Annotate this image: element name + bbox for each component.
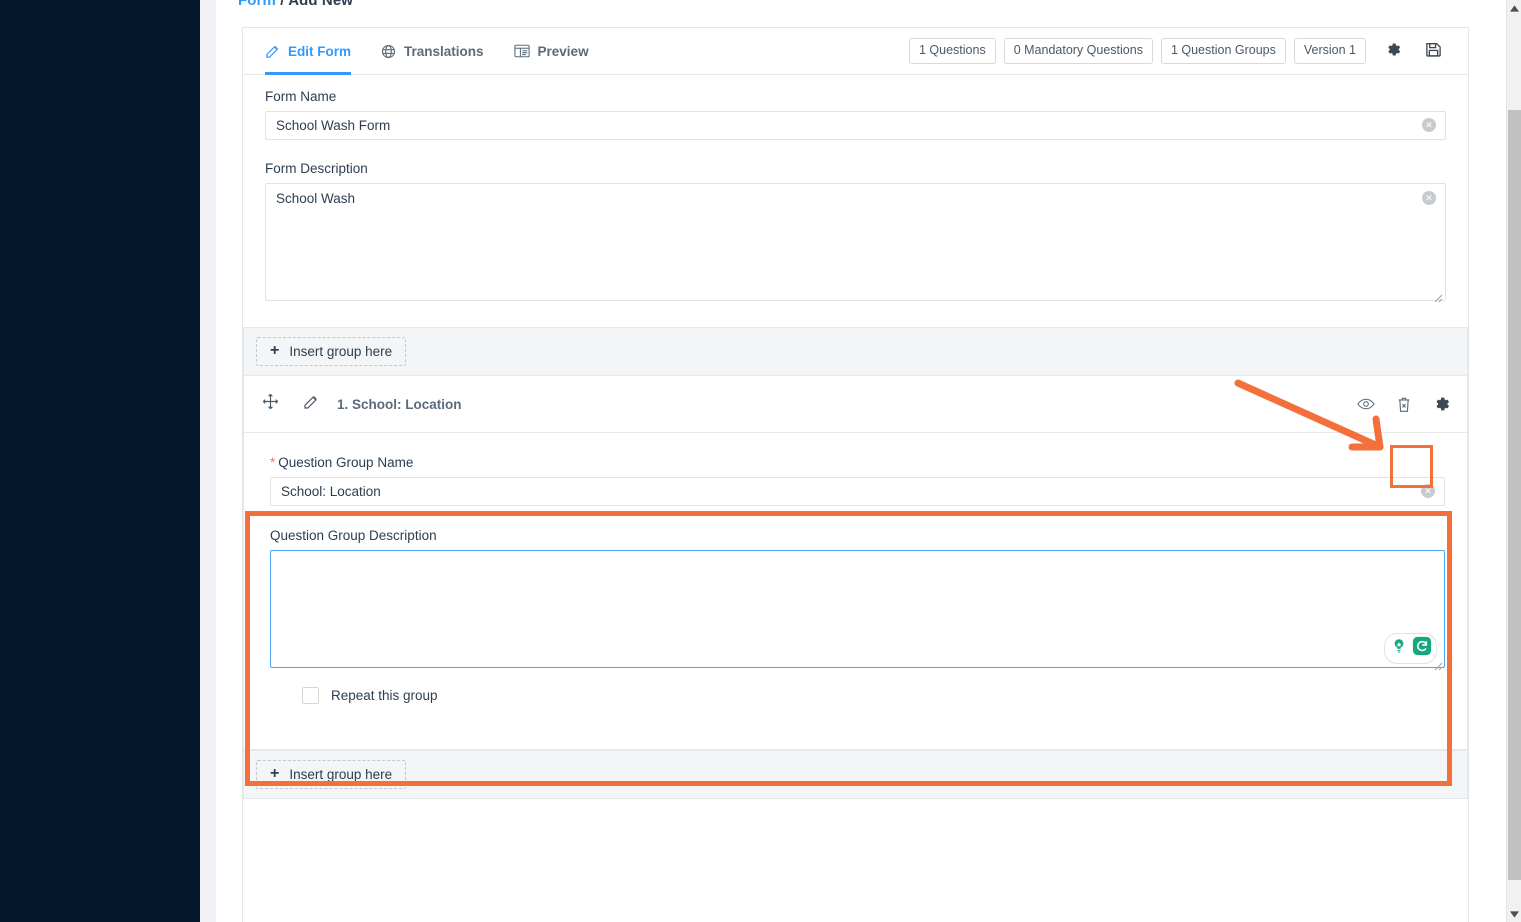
insert-group-here-button-bottom[interactable]: + Insert group here (256, 760, 407, 789)
trash-icon[interactable] (1393, 393, 1415, 415)
form-editor-card: Edit Form Translations Preview 1 Questio… (242, 27, 1469, 922)
tab-edit-form[interactable]: Edit Form (265, 28, 351, 75)
repeat-this-group-checkbox[interactable] (302, 687, 319, 704)
gear-icon (1385, 41, 1402, 61)
eye-icon[interactable] (1355, 393, 1377, 415)
plus-icon-bottom: + (270, 765, 280, 782)
badge-version[interactable]: Version 1 (1293, 38, 1366, 64)
question-group-name-label-text: Question Group Name (278, 455, 414, 470)
scroll-up-arrow-icon[interactable] (1507, 0, 1521, 16)
insert-group-here-label-bottom: Insert group here (289, 766, 393, 782)
breadcrumb-current: Add New (288, 0, 354, 9)
tab-preview[interactable]: Preview (513, 28, 589, 74)
form-fields: Form Name ✕ Form Description ✕ (243, 75, 1468, 306)
form-description-textarea[interactable] (265, 183, 1446, 301)
question-group-settings-panel: *Question Group Name ✕ Question Group De… (243, 433, 1468, 704)
form-name-label: Form Name (265, 89, 337, 104)
pencil-icon[interactable] (303, 394, 319, 415)
scrollbar-thumb[interactable] (1508, 110, 1521, 880)
form-description-field: ✕ (265, 183, 1446, 306)
globe-icon (381, 44, 396, 59)
question-group-name-input[interactable] (270, 477, 1445, 506)
breadcrumb: Form / Add New (238, 0, 353, 9)
main-content: Form / Add New Edit Form Translations Pr… (216, 0, 1506, 922)
preview-layout-icon (513, 44, 530, 58)
breadcrumb-separator: / (280, 0, 285, 9)
app-root: Form / Add New Edit Form Translations Pr… (0, 0, 1521, 922)
insert-group-strip-top: + Insert group here (243, 327, 1468, 376)
insert-group-here-label-top: Insert group here (289, 343, 393, 359)
form-description-label: Form Description (265, 161, 368, 176)
sidebar-gutter (200, 0, 216, 922)
form-name-field: ✕ (265, 111, 1446, 140)
vertical-scrollbar[interactable] (1506, 0, 1521, 922)
clear-circle-icon-form-description[interactable]: ✕ (1422, 191, 1436, 205)
tab-edit-form-label: Edit Form (288, 43, 351, 59)
pencil-square-icon (265, 44, 280, 59)
question-group-settings-gear-icon[interactable] (1431, 393, 1453, 415)
tab-translations[interactable]: Translations (381, 28, 484, 74)
tab-preview-label: Preview (537, 43, 589, 59)
scroll-down-arrow-icon[interactable] (1507, 906, 1521, 922)
panel-bottom-spacer (243, 704, 1468, 750)
grammarly-g-icon[interactable] (1412, 636, 1432, 661)
badge-question-groups[interactable]: 1 Question Groups (1160, 38, 1286, 64)
grammarly-widget[interactable] (1384, 633, 1437, 664)
tabs-row: Edit Form Translations Preview 1 Questio… (243, 28, 1468, 75)
question-group-description-field (270, 550, 1445, 673)
required-asterisk: * (270, 455, 276, 470)
question-group-name-label: * Question Group Name (270, 455, 1445, 470)
repeat-this-group-label: Repeat this group (331, 688, 438, 703)
lightbulb-icon[interactable] (1389, 636, 1409, 661)
question-group-title: 1. School: Location (337, 396, 462, 412)
question-group-name-field: ✕ (270, 477, 1445, 506)
save-form-button[interactable] (1420, 38, 1446, 64)
plus-icon: + (270, 342, 280, 359)
move-arrows-icon[interactable] (262, 393, 279, 415)
form-settings-button[interactable] (1380, 38, 1406, 64)
breadcrumb-link-form[interactable]: Form (238, 0, 276, 9)
floppy-save-icon (1425, 41, 1442, 61)
question-group-description-label: Question Group Description (270, 528, 437, 543)
form-name-input[interactable] (265, 111, 1446, 140)
tab-translations-label: Translations (404, 43, 484, 59)
question-group-description-textarea[interactable] (270, 550, 1445, 668)
insert-group-strip-bottom: + Insert group here (243, 750, 1468, 799)
question-group-row: 1. School: Location (243, 376, 1468, 433)
clear-circle-icon-question-group-name[interactable]: ✕ (1421, 484, 1435, 498)
badge-questions[interactable]: 1 Questions (908, 38, 996, 64)
insert-group-here-button-top[interactable]: + Insert group here (256, 337, 407, 366)
question-group-actions (1355, 393, 1453, 415)
clear-circle-icon-form-name[interactable]: ✕ (1422, 118, 1436, 132)
left-sidebar (0, 0, 200, 922)
repeat-group-row: Repeat this group (270, 673, 1445, 704)
badge-mandatory-questions[interactable]: 0 Mandatory Questions (1003, 38, 1153, 64)
form-meta-toolbar: 1 Questions 0 Mandatory Questions 1 Ques… (908, 28, 1446, 74)
